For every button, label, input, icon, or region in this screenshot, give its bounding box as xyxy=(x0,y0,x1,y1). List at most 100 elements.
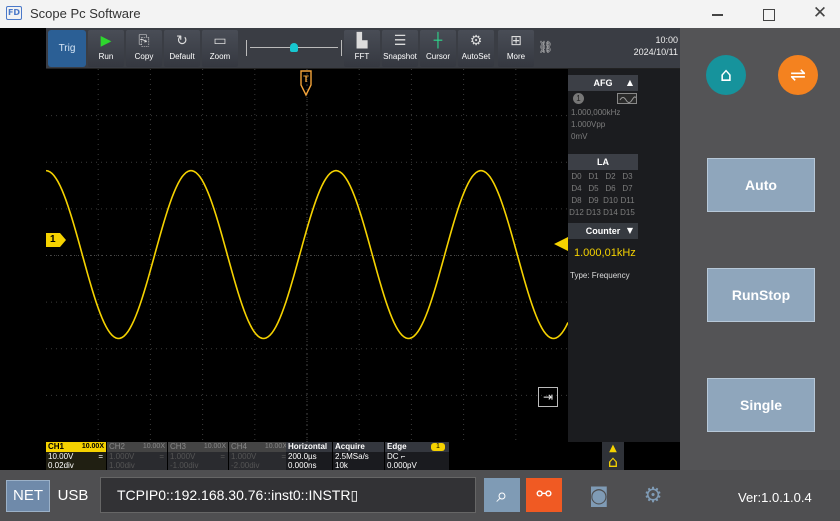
settings-button[interactable]: ⚙ xyxy=(638,480,668,510)
slider-thumb[interactable] xyxy=(290,43,298,52)
runstop-button[interactable]: RunStop xyxy=(707,268,815,322)
auto-button[interactable]: Auto xyxy=(707,158,815,212)
ch1-tile[interactable]: CH1 10.00X 10.00V = 0.02div xyxy=(46,442,106,470)
minimize-button[interactable] xyxy=(706,4,730,24)
single-button[interactable]: Single xyxy=(707,378,815,432)
camera-icon: ◙ xyxy=(589,483,609,507)
home-button[interactable]: ⌂ xyxy=(706,55,746,95)
trigger-coupling: DC ⌐ xyxy=(387,452,406,461)
home-small-button[interactable]: ▲ ⌂ xyxy=(602,442,624,470)
copy-button[interactable]: ⎘ Copy xyxy=(126,30,162,67)
net-button[interactable]: NET xyxy=(6,480,50,512)
zoom-button[interactable]: ▭ Zoom xyxy=(202,30,238,67)
la-channel: D11 xyxy=(620,196,635,205)
scope-toolbar: Trig ▶ Run ⎘ Copy ↻ Default ▭ Zoom ▙ FFT ☰ Sna… xyxy=(46,28,680,69)
la-channel: D2 xyxy=(605,172,616,181)
fft-icon: ▙ xyxy=(356,33,368,49)
home-icon: ⌂ xyxy=(719,64,733,86)
title-bar: FD Scope Pc Software ✕ xyxy=(0,0,840,28)
afg-channel-badge: 1 xyxy=(573,93,584,104)
la-header[interactable]: LA xyxy=(568,154,638,170)
home-icon: ⌂ xyxy=(607,452,619,471)
sample-rate: 2.5MSa/s xyxy=(335,452,369,461)
waveform-display[interactable]: T 1 ⇥ xyxy=(46,69,568,442)
trigger-marker-label: T xyxy=(303,74,309,84)
exit-icon[interactable]: ⇥ xyxy=(538,387,558,407)
acquire-tile[interactable]: Acquire 2.5MSa/s 10k xyxy=(333,442,384,470)
cursor-icon: ┼ xyxy=(433,33,443,49)
counter-header[interactable]: Counter ▼ xyxy=(568,223,638,239)
trigger-level: 0.000pV xyxy=(387,461,417,470)
memory-depth: 10k xyxy=(335,461,348,470)
reset-icon: ↻ xyxy=(176,33,188,49)
close-button[interactable]: ✕ xyxy=(808,4,832,24)
coupling-icon: = xyxy=(159,452,164,461)
la-channel: D10 xyxy=(603,196,618,205)
remote-icon: ⇌ xyxy=(790,64,806,86)
connect-button[interactable]: ⚯ xyxy=(526,478,562,512)
autoset-button[interactable]: ⚙ AutoSet xyxy=(458,30,494,67)
la-channel-grid[interactable]: D0 D1 D2 D3 D4 D5 D6 D7 D8 D9 D10 D11 D12 D13 D14 D15 xyxy=(568,171,638,219)
ch2-tile[interactable]: CH2 10.00X 1.000V = 1.00div xyxy=(107,442,167,470)
more-button[interactable]: ⊞ More xyxy=(498,30,534,67)
clock-date: 2024/10/11 xyxy=(633,47,678,57)
la-channel: D13 xyxy=(586,208,601,217)
afg-body[interactable]: 1 1.000,000kHz 1.000Vpp 0mV xyxy=(568,91,638,149)
la-channel: D0 xyxy=(571,172,582,181)
ch4-tile[interactable]: CH4 10.00X 1.000V = -2.00div xyxy=(229,442,289,470)
screenshot-button[interactable]: ◙ xyxy=(584,480,614,510)
collapse-arrow-icon: ▲ xyxy=(626,78,633,87)
trigger-position-marker[interactable]: T xyxy=(298,69,314,97)
la-channel: D15 xyxy=(620,208,635,217)
autoset-icon: ⚙ xyxy=(469,33,483,49)
search-button[interactable]: ⌕ xyxy=(484,478,520,512)
search-icon: ⌕ xyxy=(496,483,508,507)
default-button[interactable]: ↻ Default xyxy=(164,30,200,67)
coupling-icon: = xyxy=(220,452,225,461)
network-icon: ⛓ xyxy=(538,40,554,54)
copy-icon: ⎘ xyxy=(138,33,150,49)
sine-wave-icon xyxy=(617,93,637,104)
app-window: Trig ▶ Run ⎘ Copy ↻ Default ▭ Zoom ▙ FFT ☰ Sna… xyxy=(0,28,840,521)
probe-factor: 10.00X xyxy=(142,443,165,450)
run-button[interactable]: ▶ Run xyxy=(88,30,124,67)
snapshot-button[interactable]: ☰ Snapshot xyxy=(382,30,418,67)
la-channel: D14 xyxy=(603,208,618,217)
horizontal-position-slider[interactable] xyxy=(246,38,342,58)
play-icon: ▶ xyxy=(100,33,112,49)
horizontal-tile[interactable]: Horizontal 200.0µs 0.000ns xyxy=(286,442,332,470)
ch-offset: -1.00div xyxy=(170,461,199,470)
ch3-tile[interactable]: CH3 10.00X 1.000V = -1.00div xyxy=(168,442,228,470)
afg-frequency: 1.000,000kHz xyxy=(571,108,621,117)
counter-type: Type: Frequency xyxy=(570,271,630,280)
la-channel: D8 xyxy=(571,196,582,205)
window-title: Scope Pc Software xyxy=(30,6,141,21)
more-icon: ⊞ xyxy=(510,33,522,49)
ch-scale: 1.000V xyxy=(170,452,196,461)
maximize-button[interactable] xyxy=(757,4,781,24)
trigger-level-marker[interactable] xyxy=(552,237,568,251)
la-channel: D3 xyxy=(622,172,633,181)
ch-offset: -2.00div xyxy=(231,461,260,470)
afg-amplitude: 1.000Vpp xyxy=(571,120,606,129)
la-channel: D12 xyxy=(569,208,584,217)
trigger-edge-tile[interactable]: Edge 1 DC ⌐ 0.000pV xyxy=(385,442,449,470)
side-panel: AFG ▲ 1 1.000,000kHz 1.000Vpp 0mV LA D0 D1… xyxy=(568,69,680,442)
ch-offset: 1.00div xyxy=(109,461,135,470)
trig-button[interactable]: Trig xyxy=(48,30,86,67)
cursor-button[interactable]: ┼ Cursor xyxy=(420,30,456,67)
instrument-address-input[interactable]: TCPIP0::192.168.30.76::inst0::INSTR▯ xyxy=(100,477,476,513)
horizontal-delay: 0.000ns xyxy=(288,461,317,470)
la-channel: D5 xyxy=(588,184,599,193)
ch-scale: 1.000V xyxy=(109,452,135,461)
probe-factor: 10.00X xyxy=(81,443,104,450)
ch-offset: 0.02div xyxy=(48,461,74,470)
usb-button[interactable]: USB xyxy=(52,480,94,512)
la-channel: D9 xyxy=(588,196,599,205)
afg-header[interactable]: AFG ▲ xyxy=(568,75,638,91)
clock-time: 10:00 xyxy=(655,35,678,45)
remote-button[interactable]: ⇌ xyxy=(778,55,818,95)
app-logo-icon: FD xyxy=(6,6,22,20)
snapshot-icon: ☰ xyxy=(393,33,407,49)
fft-button[interactable]: ▙ FFT xyxy=(344,30,380,67)
